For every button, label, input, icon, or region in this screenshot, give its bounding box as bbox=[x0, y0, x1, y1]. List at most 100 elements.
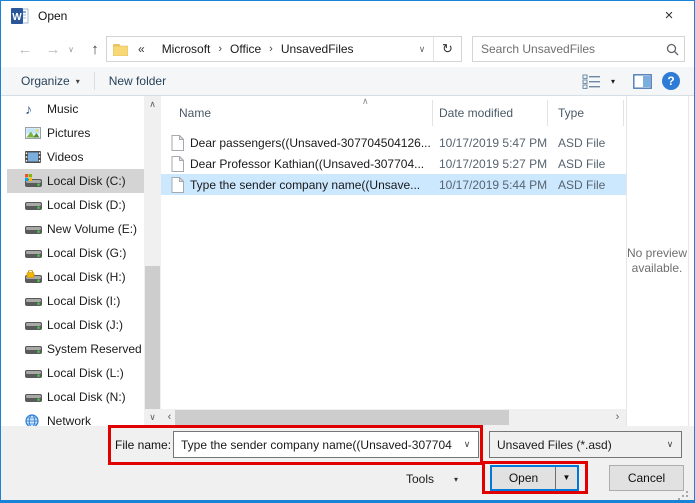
sidebar-item-local-disk-d[interactable]: Local Disk (D:) bbox=[7, 193, 144, 217]
navigation-bar: ← → ∨ ↑ «Microsoft›Office›UnsavedFiles ∨… bbox=[1, 31, 694, 67]
command-toolbar: Organize ▾ New folder ▾ bbox=[1, 67, 694, 96]
address-bar[interactable]: «Microsoft›Office›UnsavedFiles ∨ ↻ bbox=[106, 36, 462, 62]
table-row[interactable]: Dear Professor Kathian((Unsaved-307704..… bbox=[161, 153, 626, 174]
open-dropdown-icon[interactable]: ▼ bbox=[556, 467, 577, 489]
horizontal-scrollbar-thumb[interactable] bbox=[175, 410, 509, 425]
table-row[interactable]: Type the sender company name((Unsave...1… bbox=[161, 174, 626, 195]
sidebar-scrollbar[interactable]: ∧ ∨ bbox=[144, 96, 161, 426]
sidebar-item-local-disk-j[interactable]: Local Disk (J:) bbox=[7, 313, 144, 337]
sidebar-item-local-disk-c[interactable]: Local Disk (C:) bbox=[7, 169, 144, 193]
sidebar-item-label: Local Disk (H:) bbox=[47, 270, 126, 284]
svg-text:W: W bbox=[12, 12, 22, 23]
search-box bbox=[472, 36, 685, 62]
sidebar-item-local-disk-g[interactable]: Local Disk (G:) bbox=[7, 241, 144, 265]
help-button[interactable]: ? bbox=[662, 72, 680, 90]
cell-type: ASD File bbox=[548, 136, 624, 150]
sidebar-item-local-disk-n[interactable]: Local Disk (N:) bbox=[7, 385, 144, 409]
tools-button[interactable]: Tools ▾ bbox=[406, 467, 458, 491]
file-name-dropdown-icon[interactable]: ∨ bbox=[456, 439, 478, 450]
cell-name: Dear Professor Kathian((Unsaved-307704..… bbox=[161, 156, 433, 172]
view-options-dropdown-icon[interactable]: ▾ bbox=[611, 77, 615, 86]
cell-type: ASD File bbox=[548, 178, 624, 192]
sidebar-item-label: System Reserved bbox=[47, 342, 142, 356]
open-button[interactable]: Open ▼ bbox=[490, 465, 579, 491]
titlebar: W Open × bbox=[1, 1, 694, 31]
column-header-name[interactable]: Name bbox=[161, 100, 433, 126]
sidebar-item-label: Videos bbox=[47, 150, 83, 164]
breadcrumb-separator-icon[interactable]: › bbox=[265, 43, 277, 55]
disk-icon bbox=[25, 319, 47, 331]
cell-type: ASD File bbox=[548, 157, 624, 171]
breadcrumb-item-unsavedfiles[interactable]: UnsavedFiles bbox=[277, 42, 358, 56]
breadcrumb-item-office[interactable]: Office bbox=[226, 42, 265, 56]
new-folder-label: New folder bbox=[109, 74, 166, 88]
cell-name: Type the sender company name((Unsave... bbox=[161, 177, 433, 193]
new-folder-button[interactable]: New folder bbox=[109, 74, 166, 88]
organize-button[interactable]: Organize ▾ bbox=[21, 74, 80, 88]
window-title: Open bbox=[38, 9, 67, 23]
pictures-icon bbox=[25, 127, 47, 139]
disk-lock-icon bbox=[25, 270, 47, 284]
organize-label: Organize bbox=[21, 74, 70, 88]
sidebar-item-network[interactable]: Network bbox=[7, 409, 144, 426]
file-name-value: Type the sender company name((Unsaved-30… bbox=[174, 438, 456, 452]
sidebar-item-system-reserved[interactable]: System Reserved bbox=[7, 337, 144, 361]
sidebar-item-pictures[interactable]: Pictures bbox=[7, 121, 144, 145]
preview-line-1: No preview bbox=[625, 246, 689, 261]
search-input[interactable] bbox=[473, 42, 660, 56]
filelist-header: ∧ NameDate modifiedType bbox=[161, 100, 624, 126]
sidebar-item-label: Music bbox=[47, 102, 78, 116]
open-dialog: W Open × ← → ∨ ↑ «Microsoft›Office›Unsav… bbox=[0, 0, 695, 503]
disk-icon bbox=[25, 391, 47, 403]
sidebar-item-label: New Volume (E:) bbox=[47, 222, 137, 236]
close-button[interactable]: × bbox=[656, 5, 682, 27]
sidebar-item-music[interactable]: ♪Music bbox=[7, 97, 144, 121]
sidebar-item-label: Local Disk (I:) bbox=[47, 294, 120, 308]
file-type-select[interactable]: Unsaved Files (*.asd) ∨ bbox=[489, 431, 682, 458]
breadcrumb-separator-icon[interactable]: › bbox=[214, 43, 226, 55]
preview-pane-button[interactable] bbox=[633, 74, 652, 89]
tools-dropdown-icon: ▾ bbox=[454, 475, 458, 484]
file-name-combo[interactable]: Type the sender company name((Unsaved-30… bbox=[173, 431, 479, 458]
cancel-button[interactable]: Cancel bbox=[609, 465, 684, 491]
column-header-date-modified[interactable]: Date modified bbox=[433, 100, 548, 126]
history-dropdown-icon[interactable]: ∨ bbox=[65, 45, 77, 54]
sidebar-item-local-disk-i[interactable]: Local Disk (I:) bbox=[7, 289, 144, 313]
table-row[interactable]: Dear passengers((Unsaved-307704504126...… bbox=[161, 132, 626, 153]
organize-dropdown-icon: ▾ bbox=[76, 77, 80, 86]
disk-icon bbox=[25, 367, 47, 379]
sidebar-item-videos[interactable]: Videos bbox=[7, 145, 144, 169]
breadcrumb-item-microsoft[interactable]: Microsoft bbox=[158, 42, 215, 56]
back-button[interactable]: ← bbox=[15, 41, 35, 58]
open-button-label: Open bbox=[492, 467, 555, 489]
details-view-button[interactable] bbox=[582, 74, 601, 89]
toolbar-divider bbox=[94, 72, 95, 90]
file-name-text: Dear Professor Kathian((Unsaved-307704..… bbox=[190, 157, 424, 171]
forward-button[interactable]: → bbox=[43, 41, 63, 58]
sidebar-item-label: Local Disk (C:) bbox=[47, 174, 126, 188]
refresh-button[interactable]: ↻ bbox=[434, 41, 461, 57]
scroll-down-icon[interactable]: ∨ bbox=[144, 409, 161, 426]
sidebar-item-label: Network bbox=[47, 414, 91, 426]
scroll-up-icon[interactable]: ∧ bbox=[144, 96, 161, 113]
sidebar-item-label: Local Disk (N:) bbox=[47, 390, 126, 404]
up-button[interactable]: ↑ bbox=[85, 41, 105, 58]
sidebar-item-local-disk-h[interactable]: Local Disk (H:) bbox=[7, 265, 144, 289]
scroll-right-icon[interactable]: › bbox=[609, 409, 626, 426]
toolbar-right-group: ▾ ? bbox=[582, 72, 680, 90]
sidebar-item-new-volume-e[interactable]: New Volume (E:) bbox=[7, 217, 144, 241]
file-icon bbox=[171, 135, 184, 151]
file-type-dropdown-icon[interactable]: ∨ bbox=[659, 439, 681, 450]
breadcrumb-collapsed[interactable]: « bbox=[133, 42, 150, 56]
disk-icon bbox=[25, 247, 47, 259]
sidebar-scrollbar-thumb[interactable] bbox=[145, 266, 160, 409]
sidebar-item-local-disk-l[interactable]: Local Disk (L:) bbox=[7, 361, 144, 385]
horizontal-scrollbar[interactable]: ‹ › bbox=[161, 409, 626, 426]
sidebar-item-label: Local Disk (D:) bbox=[47, 198, 126, 212]
column-header-type[interactable]: Type bbox=[548, 100, 624, 126]
folder-icon bbox=[113, 43, 128, 56]
sidebar: ♪MusicPictures Videos Local Disk (C:) Local… bbox=[1, 97, 144, 426]
preview-text: No preview available. bbox=[625, 246, 689, 276]
resize-grip[interactable] bbox=[678, 491, 689, 500]
address-dropdown-icon[interactable]: ∨ bbox=[411, 44, 433, 55]
